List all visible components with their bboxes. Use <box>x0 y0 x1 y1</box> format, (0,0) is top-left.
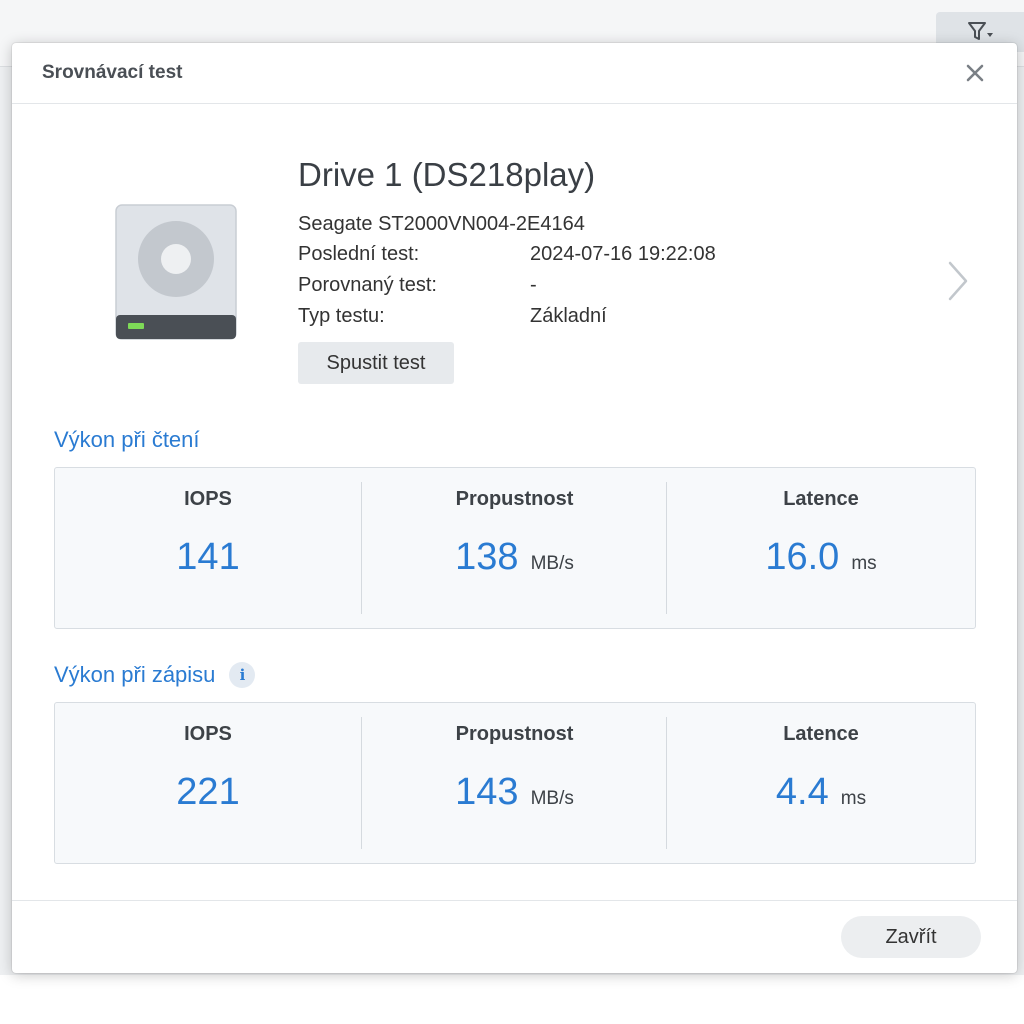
chevron-right-icon[interactable] <box>942 259 972 303</box>
drive-name: Drive 1 (DS218play) <box>298 156 596 193</box>
write-throughput-unit: MB/s <box>530 788 574 809</box>
read-throughput-value-wrap: 138 MB/s <box>362 536 667 579</box>
write-throughput-value: 143 <box>455 771 519 813</box>
dialog-header: Srovnávací test <box>12 43 1017 104</box>
read-performance-label: Výkon při čtení <box>54 427 200 452</box>
drive-model: Seagate ST2000VN004-2E4164 <box>298 213 585 235</box>
read-iops-value: 141 <box>176 536 240 578</box>
compared-test-value: - <box>530 274 537 296</box>
last-test-value: 2024-07-16 19:22:08 <box>530 243 716 265</box>
dialog-title: Srovnávací test <box>42 62 183 83</box>
read-latency: Latence 16.0 ms <box>667 468 975 628</box>
write-performance-title: Výkon při zápisu i <box>54 662 256 688</box>
close-button[interactable] <box>963 61 987 85</box>
write-iops-value: 221 <box>176 771 240 813</box>
read-iops-value-wrap: 141 <box>55 536 361 579</box>
close-icon <box>966 64 984 82</box>
read-metrics-panel: IOPS 141 Propustnost 138 MB/s Latence 16.… <box>54 467 976 629</box>
write-iops-value-wrap: 221 <box>55 771 361 814</box>
read-iops-label: IOPS <box>184 488 232 510</box>
write-latency-value: 4.4 <box>775 771 829 813</box>
read-throughput-value: 138 <box>455 536 519 578</box>
read-latency-label: Latence <box>783 488 859 510</box>
test-type-label: Typ testu: <box>298 305 385 327</box>
read-latency-value-wrap: 16.0 ms <box>667 536 975 579</box>
write-latency-label: Latence <box>783 723 859 745</box>
compared-test-label: Porovnaný test: <box>298 274 437 296</box>
write-throughput: Propustnost 143 MB/s <box>362 703 667 863</box>
info-icon[interactable]: i <box>229 662 256 688</box>
write-iops-label: IOPS <box>184 723 232 745</box>
hard-drive-icon <box>115 204 237 340</box>
read-latency-value: 16.0 <box>765 536 840 578</box>
write-latency: Latence 4.4 ms <box>667 703 975 863</box>
filter-icon <box>968 22 993 40</box>
read-performance-title: Výkon při čtení <box>54 427 200 453</box>
read-latency-unit: ms <box>851 553 877 574</box>
close-dialog-button[interactable]: Zavřít <box>841 916 981 958</box>
write-latency-value-wrap: 4.4 ms <box>667 771 975 814</box>
read-iops: IOPS 141 <box>55 468 361 628</box>
write-latency-unit: ms <box>840 788 867 809</box>
test-type-value: Základní <box>530 305 607 327</box>
background-bottom <box>0 975 1024 1024</box>
write-throughput-value-wrap: 143 MB/s <box>362 771 667 814</box>
run-test-button[interactable]: Spustit test <box>298 342 454 384</box>
write-performance-label: Výkon při zápisu <box>54 662 216 687</box>
read-throughput-unit: MB/s <box>530 553 574 574</box>
last-test-label: Poslední test: <box>298 243 420 265</box>
read-throughput-label: Propustnost <box>455 488 574 510</box>
read-throughput: Propustnost 138 MB/s <box>362 468 667 628</box>
benchmark-dialog: Srovnávací test Drive 1 (DS218play) Seag… <box>12 43 1017 973</box>
write-metrics-panel: IOPS 221 Propustnost 143 MB/s Latence 4.4… <box>54 702 976 864</box>
write-throughput-label: Propustnost <box>455 723 574 745</box>
dialog-footer: Zavřít <box>12 900 1017 974</box>
write-iops: IOPS 221 <box>55 703 361 863</box>
